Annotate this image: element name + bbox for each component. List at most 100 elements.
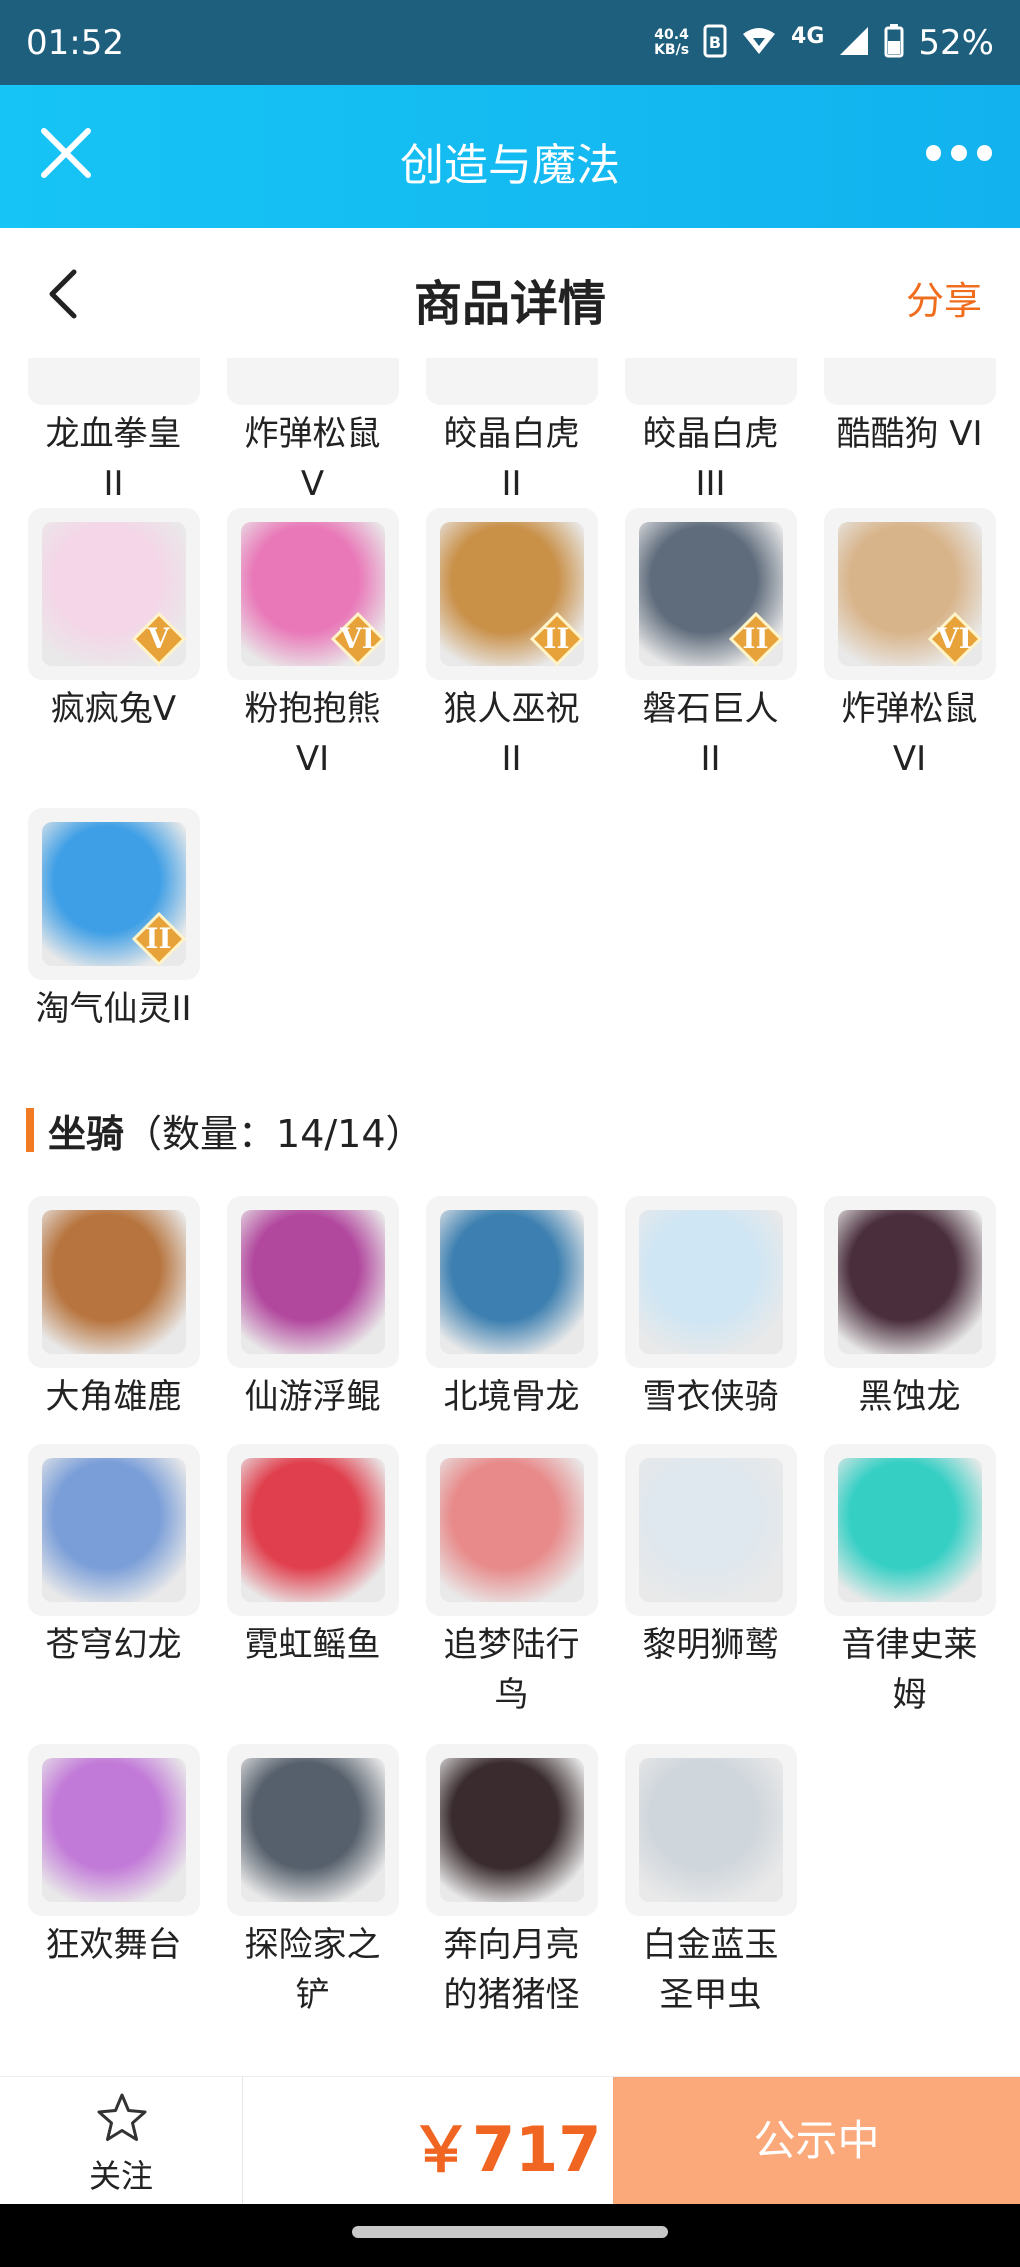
wifi-icon bbox=[741, 26, 777, 60]
item-image bbox=[439, 1210, 584, 1354]
item-label: 狼人巫祝 II bbox=[443, 689, 580, 779]
rank-badge-icon: II bbox=[728, 611, 783, 667]
mount-item[interactable]: 雪衣侠骑 bbox=[623, 1196, 798, 1422]
item-thumbnail: II bbox=[425, 508, 598, 680]
rank-badge-text: II bbox=[145, 922, 172, 955]
star-icon bbox=[95, 2091, 149, 2145]
pet-item[interactable]: 酷酷狗 VI bbox=[822, 358, 997, 459]
item-image bbox=[240, 1210, 385, 1354]
status-time: 01:52 bbox=[26, 22, 124, 63]
item-thumbnail bbox=[226, 1444, 399, 1616]
item-thumbnail bbox=[425, 1444, 598, 1616]
item-label: 苍穹幻龙 bbox=[45, 1625, 182, 1665]
item-label: 音律史莱姆 bbox=[841, 1625, 978, 1715]
pet-item[interactable]: II 淘气仙灵II bbox=[26, 808, 201, 1034]
item-thumbnail bbox=[27, 1744, 200, 1916]
item-label: 淘气仙灵II bbox=[35, 989, 192, 1029]
item-image bbox=[41, 1758, 186, 1902]
item-thumbnail bbox=[624, 1196, 797, 1368]
net-speed-value: 40.4 bbox=[654, 26, 689, 43]
item-thumbnail: VI bbox=[823, 508, 996, 680]
item-label: 皎晶白虎 III bbox=[642, 414, 779, 504]
mount-item[interactable]: 白金蓝玉圣甲虫 bbox=[623, 1744, 798, 2020]
svg-text:B: B bbox=[709, 33, 721, 52]
item-label: 炸弹松鼠 V bbox=[244, 414, 381, 504]
pet-item[interactable]: 皎晶白虎 III bbox=[623, 358, 798, 509]
more-icon[interactable] bbox=[926, 135, 992, 171]
item-image bbox=[41, 1458, 186, 1602]
item-label: 龙血拳皇 II bbox=[45, 414, 182, 504]
hd-icon: B bbox=[703, 24, 727, 62]
home-gesture-pill[interactable] bbox=[352, 2226, 668, 2238]
mount-item[interactable]: 追梦陆行鸟 bbox=[424, 1444, 599, 1720]
item-image bbox=[439, 1758, 584, 1902]
item-thumbnail bbox=[823, 1444, 996, 1616]
rank-badge-icon: VI bbox=[927, 611, 982, 667]
item-label: 大角雄鹿 bbox=[45, 1377, 182, 1417]
mount-item[interactable]: 大角雄鹿 bbox=[26, 1196, 201, 1422]
mount-item[interactable]: 黎明狮鹫 bbox=[623, 1444, 798, 1670]
app-title: 创造与魔法 bbox=[400, 140, 620, 191]
mount-item[interactable]: 苍穹幻龙 bbox=[26, 1444, 201, 1670]
pet-item[interactable]: 炸弹松鼠 V bbox=[225, 358, 400, 509]
item-thumbnail: II bbox=[27, 808, 200, 980]
rank-badge-icon: VI bbox=[330, 611, 385, 667]
item-thumbnail bbox=[226, 358, 399, 405]
item-thumbnail: II bbox=[624, 508, 797, 680]
battery-icon bbox=[884, 23, 904, 62]
item-thumbnail: VI bbox=[226, 508, 399, 680]
section-accent-bar bbox=[26, 1108, 34, 1152]
item-label: 黎明狮鹫 bbox=[642, 1625, 779, 1665]
mount-item[interactable]: 仙游浮鲲 bbox=[225, 1196, 400, 1422]
mount-item[interactable]: 探险家之铲 bbox=[225, 1744, 400, 2020]
bottom-bar: 关注 ￥717 公示中 bbox=[0, 2076, 1020, 2205]
mount-item[interactable]: 霓虹鳐鱼 bbox=[225, 1444, 400, 1670]
item-image bbox=[439, 1458, 584, 1602]
mount-item[interactable]: 音律史莱姆 bbox=[822, 1444, 997, 1720]
share-button[interactable]: 分享 bbox=[906, 270, 982, 325]
section-count: （数量：14/14） bbox=[124, 1111, 424, 1156]
mount-item[interactable]: 奔向月亮的猪猪怪 bbox=[424, 1744, 599, 2020]
price: ￥717 bbox=[410, 2113, 602, 2186]
item-image bbox=[638, 1458, 783, 1602]
item-thumbnail bbox=[226, 1196, 399, 1368]
item-label: 黑蚀龙 bbox=[858, 1377, 961, 1417]
pet-item[interactable]: 皎晶白虎 II bbox=[424, 358, 599, 509]
item-label: 粉抱抱熊 VI bbox=[244, 689, 381, 779]
rank-badge-icon: II bbox=[131, 911, 186, 967]
pet-item[interactable]: V 疯疯兔V bbox=[26, 508, 201, 734]
item-label: 仙游浮鲲 bbox=[244, 1377, 381, 1417]
item-thumbnail bbox=[27, 1444, 200, 1616]
content-area[interactable]: 龙血拳皇 II 炸弹松鼠 V 皎晶白虎 II 皎晶白虎 III 酷酷狗 VI V 疯疯兔V… bbox=[0, 358, 1020, 2076]
follow-button[interactable]: 关注 bbox=[0, 2077, 243, 2205]
rank-badge-icon: II bbox=[529, 611, 584, 667]
item-thumbnail bbox=[226, 1744, 399, 1916]
mount-item[interactable]: 狂欢舞台 bbox=[26, 1744, 201, 1970]
net-speed-unit: KB/s bbox=[654, 41, 690, 58]
pet-item[interactable]: II 磐石巨人 II bbox=[623, 508, 798, 784]
item-image bbox=[41, 1210, 186, 1354]
rank-badge-icon: V bbox=[131, 611, 186, 667]
item-thumbnail bbox=[823, 358, 996, 405]
pet-item[interactable]: 龙血拳皇 II bbox=[26, 358, 201, 509]
system-nav-bar bbox=[0, 2204, 1020, 2267]
mount-item[interactable]: 黑蚀龙 bbox=[822, 1196, 997, 1422]
item-label: 狂欢舞台 bbox=[45, 1925, 182, 1965]
status-icons: 40.4 KB/s B 4G 52% bbox=[654, 23, 994, 63]
battery-percent: 52% bbox=[918, 22, 994, 63]
item-label: 皎晶白虎 II bbox=[443, 414, 580, 504]
item-thumbnail bbox=[624, 1744, 797, 1916]
item-thumbnail bbox=[823, 1196, 996, 1368]
item-label: 磐石巨人 II bbox=[642, 689, 779, 779]
pet-item[interactable]: II 狼人巫祝 II bbox=[424, 508, 599, 784]
public-status-button[interactable]: 公示中 bbox=[613, 2077, 1020, 2205]
pet-item[interactable]: VI 炸弹松鼠 VI bbox=[822, 508, 997, 784]
item-label: 疯疯兔V bbox=[50, 689, 177, 729]
pet-item[interactable]: VI 粉抱抱熊 VI bbox=[225, 508, 400, 784]
mount-item[interactable]: 北境骨龙 bbox=[424, 1196, 599, 1422]
item-image bbox=[837, 1458, 982, 1602]
item-label: 探险家之铲 bbox=[244, 1925, 381, 2015]
section-header-mounts: 坐骑 （数量：14/14） bbox=[26, 1100, 424, 1160]
item-label: 奔向月亮的猪猪怪 bbox=[443, 1925, 580, 2015]
section-title: 坐骑 bbox=[48, 1111, 125, 1156]
